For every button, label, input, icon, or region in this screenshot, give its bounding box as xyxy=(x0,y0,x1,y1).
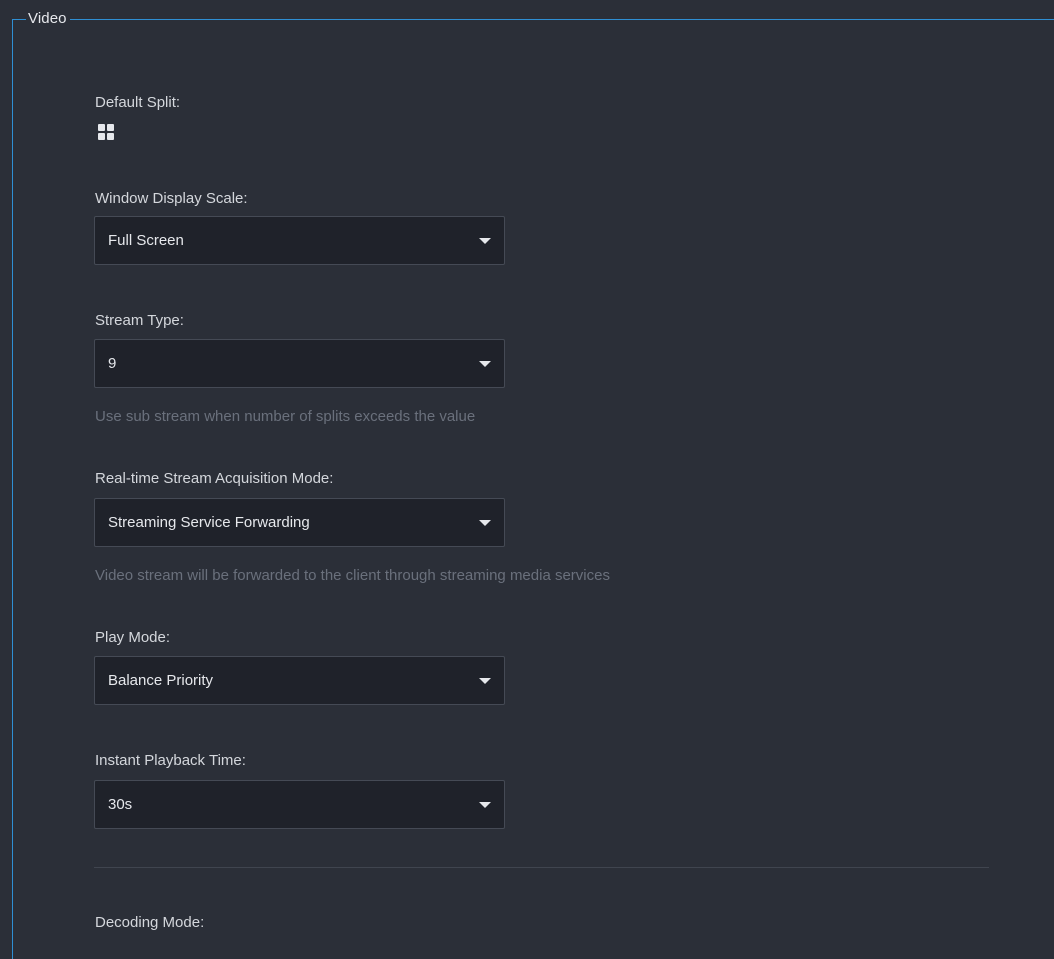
split-4-grid-icon[interactable] xyxy=(98,124,114,141)
stream-type-select[interactable]: 9 xyxy=(94,339,505,388)
chevron-down-icon xyxy=(479,678,491,684)
acquisition-mode-hint: Video stream will be forwarded to the cl… xyxy=(95,567,610,584)
play-mode-select[interactable]: Balance Priority xyxy=(94,656,505,705)
chevron-down-icon xyxy=(479,802,491,808)
section-legend: Video xyxy=(26,9,70,29)
instant-playback-value: 30s xyxy=(108,796,133,813)
section-divider xyxy=(94,867,989,868)
chevron-down-icon xyxy=(479,361,491,367)
window-display-scale-label: Window Display Scale: xyxy=(95,190,248,207)
acquisition-mode-value: Streaming Service Forwarding xyxy=(108,514,310,531)
stream-type-hint: Use sub stream when number of splits exc… xyxy=(95,408,476,425)
play-mode-value: Balance Priority xyxy=(108,672,214,689)
decoding-mode-label: Decoding Mode: xyxy=(95,914,205,931)
window-display-scale-value: Full Screen xyxy=(108,232,184,249)
play-mode-label: Play Mode: xyxy=(95,629,171,646)
acquisition-mode-select[interactable]: Streaming Service Forwarding xyxy=(94,498,505,547)
chevron-down-icon xyxy=(479,238,491,244)
stream-type-label: Stream Type: xyxy=(95,312,184,329)
instant-playback-label: Instant Playback Time: xyxy=(95,752,246,769)
instant-playback-select[interactable]: 30s xyxy=(94,780,505,829)
chevron-down-icon xyxy=(479,520,491,526)
window-display-scale-select[interactable]: Full Screen xyxy=(94,216,505,265)
default-split-label: Default Split: xyxy=(95,94,181,111)
acquisition-mode-label: Real-time Stream Acquisition Mode: xyxy=(95,470,334,487)
stream-type-value: 9 xyxy=(108,355,117,372)
